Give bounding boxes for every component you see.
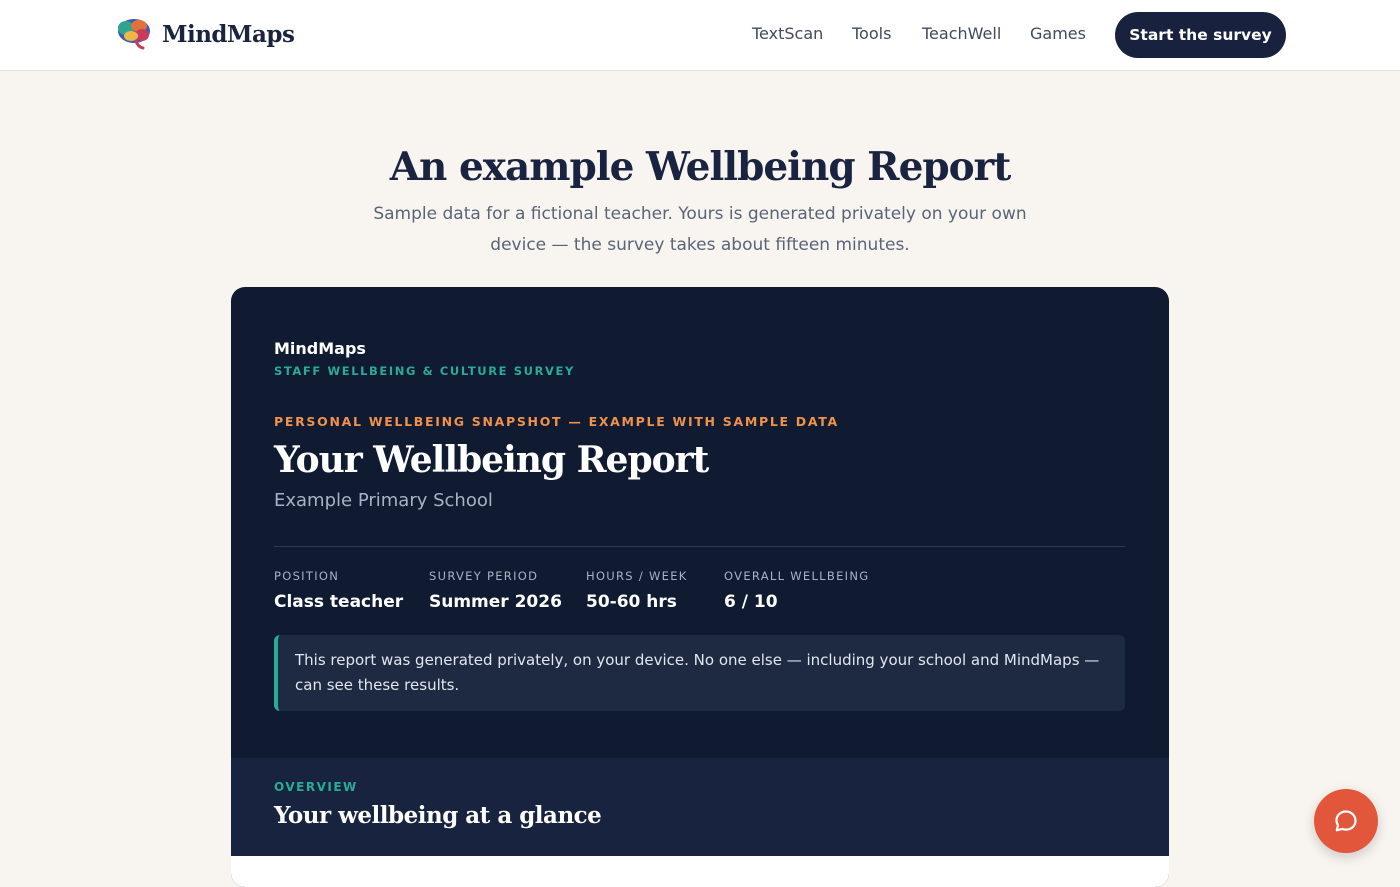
top-navigation-bar: MindMaps TextScan Tools TeachWell Games … (0, 0, 1400, 71)
overview-title: Your wellbeing at a glance (274, 802, 602, 829)
stat-value: 6 / 10 (724, 592, 778, 612)
nav-teachwell[interactable]: TeachWell (922, 24, 1001, 43)
stat-label: POSITION (274, 569, 340, 583)
nav-tools[interactable]: Tools (852, 24, 891, 43)
overview-label: OVERVIEW (274, 780, 358, 794)
nav-textscan[interactable]: TextScan (752, 24, 823, 43)
privacy-notice: This report was generated privately, on … (274, 635, 1125, 711)
report-body-panel (231, 856, 1169, 887)
report-card: MindMaps STAFF WELLBEING & CULTURE SURVE… (231, 287, 1169, 887)
stat-position: POSITION Class teacher (274, 569, 403, 612)
stat-label: HOURS / WEEK (586, 569, 688, 583)
stat-value: Class teacher (274, 592, 404, 612)
page-title: An example Wellbeing Report (389, 144, 1012, 191)
report-kicker: PERSONAL WELLBEING SNAPSHOT — EXAMPLE WI… (274, 414, 839, 429)
chat-bubble-icon (1335, 810, 1357, 832)
stat-value: 50-60 hrs (586, 592, 677, 612)
report-title: Your Wellbeing Report (274, 439, 709, 481)
start-survey-button[interactable]: Start the survey (1115, 12, 1286, 58)
report-school: Example Primary School (274, 490, 493, 511)
stat-hours-per-week: HOURS / WEEK 50-60 hrs (586, 569, 688, 612)
stat-survey-period: SURVEY PERIOD Summer 2026 (429, 569, 562, 612)
nav-games[interactable]: Games (1030, 24, 1086, 43)
stat-overall-wellbeing: OVERALL WELLBEING 6 / 10 (724, 569, 869, 612)
overview-section: OVERVIEW Your wellbeing at a glance (231, 758, 1169, 856)
stat-label: OVERALL WELLBEING (724, 569, 870, 583)
brain-logo-icon (118, 19, 150, 50)
chat-button[interactable] (1314, 789, 1378, 853)
brand-link[interactable]: MindMaps (116, 17, 295, 51)
report-divider (274, 546, 1125, 547)
page-subtitle: Sample data for a fictional teacher. You… (373, 204, 1027, 255)
brand-name: MindMaps (162, 20, 295, 48)
report-brand: MindMaps (274, 339, 366, 358)
report-survey-name: STAFF WELLBEING & CULTURE SURVEY (274, 364, 575, 378)
stat-label: SURVEY PERIOD (429, 569, 539, 583)
stat-value: Summer 2026 (429, 592, 562, 612)
